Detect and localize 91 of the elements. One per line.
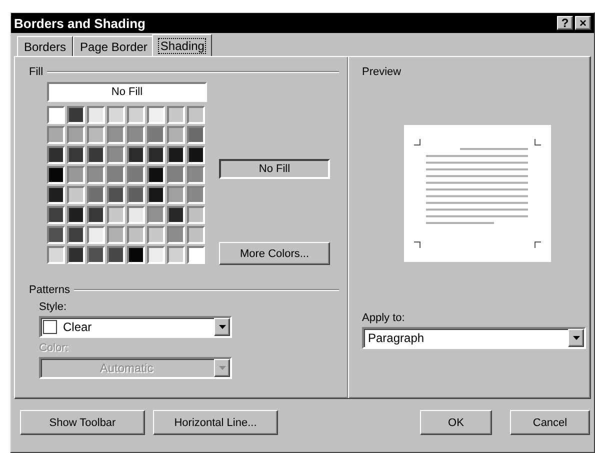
color-swatch[interactable] [187,246,205,264]
apply-to-dropdown[interactable]: Paragraph [362,327,586,349]
color-swatch[interactable] [127,126,145,144]
tab[interactable]: Borders [17,36,74,56]
color-swatch[interactable] [147,226,165,244]
field-label: Style: [39,301,68,313]
color-swatch[interactable] [47,126,65,144]
color-swatch[interactable] [127,106,145,124]
color-swatch[interactable] [107,246,125,264]
color-swatch[interactable] [87,126,105,144]
tab[interactable]: Page Border [73,36,154,56]
color-swatch[interactable] [187,226,205,244]
style-dropdown[interactable]: Clear [39,316,232,338]
color-swatch[interactable] [87,206,105,224]
color-swatch[interactable] [147,166,165,184]
color-swatch[interactable] [147,246,165,264]
color-swatch[interactable] [187,186,205,204]
color-swatch[interactable] [87,226,105,244]
color-swatch[interactable] [167,146,185,164]
color-swatch[interactable] [47,206,65,224]
color-swatch[interactable] [127,226,145,244]
color-swatch[interactable] [67,126,85,144]
color-swatch[interactable] [87,186,105,204]
color-swatch[interactable] [167,246,185,264]
color-swatch[interactable] [167,126,185,144]
color-swatch[interactable] [127,166,145,184]
color-swatch[interactable] [47,186,65,204]
color-swatch[interactable] [47,246,65,264]
color-swatch[interactable] [47,226,65,244]
caret-icon [572,336,580,340]
color-swatch[interactable] [167,206,185,224]
group-label: Fill [29,66,44,78]
color-swatch[interactable] [167,226,185,244]
dialog-button[interactable]: Horizontal Line... [153,410,278,435]
dropdown-button[interactable] [214,318,230,336]
color-swatch[interactable] [147,106,165,124]
dialog-button[interactable]: OK [420,410,492,435]
title-bar-button[interactable]: × [575,16,591,30]
color-swatch[interactable] [47,166,65,184]
color-swatch[interactable] [47,146,65,164]
color-swatch[interactable] [107,146,125,164]
color-swatch[interactable] [127,246,145,264]
color-swatch[interactable] [107,106,125,124]
color-swatch[interactable] [87,146,105,164]
color-swatch[interactable] [187,166,205,184]
color-swatch[interactable] [167,106,185,124]
color-swatch[interactable] [87,166,105,184]
color-swatch[interactable] [67,226,85,244]
color-swatch[interactable] [67,206,85,224]
color-swatch[interactable] [47,106,65,124]
title-bar-button[interactable]: ? [557,16,573,30]
color-swatch[interactable] [187,146,205,164]
color-swatch[interactable] [67,146,85,164]
pattern-swatch-icon [43,320,57,334]
tab[interactable]: Shading [152,34,212,56]
color-swatch[interactable] [147,146,165,164]
current-fill-display: No Fill [219,159,330,179]
field-label: Apply to: [362,312,406,324]
color-swatch[interactable] [87,106,105,124]
color-swatch[interactable] [107,186,125,204]
dropdown-button[interactable] [568,329,584,347]
caret-icon [218,325,226,329]
color-swatch[interactable] [87,246,105,264]
no-fill-button[interactable]: No Fill [47,82,207,102]
color-swatch[interactable] [187,106,205,124]
color-swatch[interactable] [67,106,85,124]
field-label: Color: [39,342,70,354]
color-swatch[interactable] [107,126,125,144]
color-swatch[interactable] [187,126,205,144]
color-swatch[interactable] [187,206,205,224]
color-swatch[interactable] [107,226,125,244]
color-swatch[interactable] [107,166,125,184]
color-swatch[interactable] [127,206,145,224]
color-swatch[interactable] [67,186,85,204]
color-swatch[interactable] [167,166,185,184]
group-label: Patterns [29,284,70,296]
color-swatch[interactable] [67,166,85,184]
dialog-button[interactable]: Cancel [510,410,590,435]
color-swatch[interactable] [107,206,125,224]
caret-icon [218,366,226,370]
color-swatch[interactable] [147,186,165,204]
color-swatch[interactable] [147,126,165,144]
more-colors-button[interactable]: More Colors... [219,242,330,265]
window-title: Borders and Shading [14,16,146,30]
dialog-button[interactable]: Show Toolbar [20,410,145,435]
color-swatch[interactable] [127,186,145,204]
color-swatch[interactable] [127,146,145,164]
group-label: Preview [362,66,402,78]
color-swatch[interactable] [167,186,185,204]
color-swatch[interactable] [147,206,165,224]
color-swatch[interactable] [67,246,85,264]
